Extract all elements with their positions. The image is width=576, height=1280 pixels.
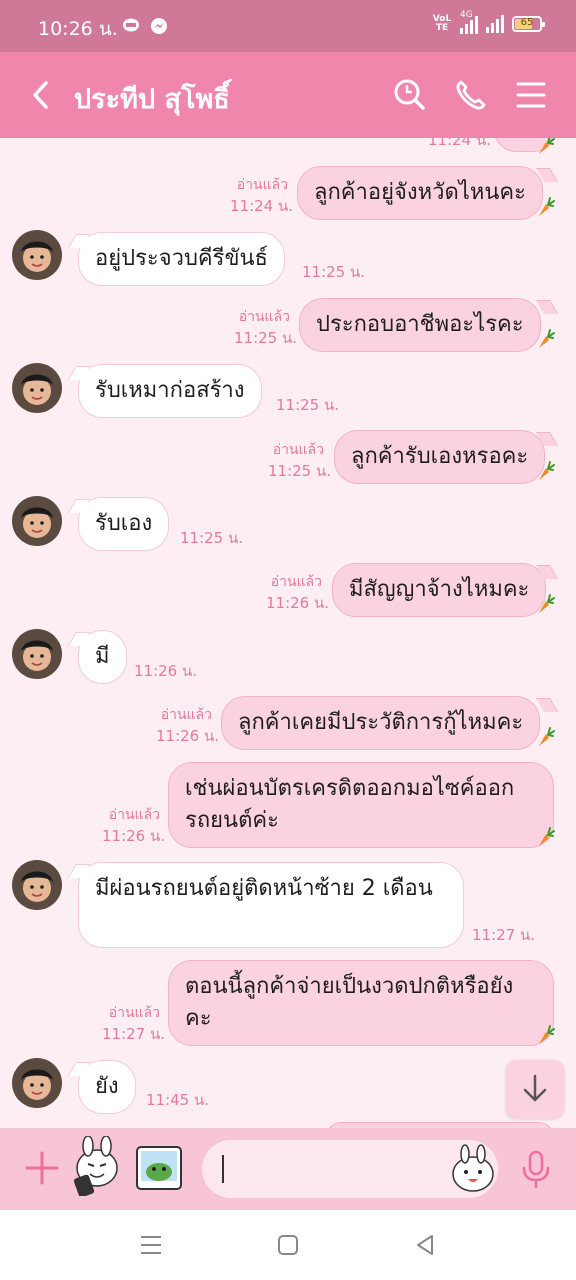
message-time: 11:26 น.	[266, 594, 330, 612]
message-text: ตอนนี้ลูกค้าจ่ายเป็นงวดปกติหรือยังคะ	[185, 974, 514, 1031]
message-time: 11:25 น.	[302, 263, 366, 281]
message-bubble-in[interactable]: ยัง	[78, 1060, 136, 1114]
network-type: 4G	[460, 10, 473, 20]
carrot-icon	[539, 329, 555, 348]
bubble-tail	[535, 300, 559, 314]
message-bubble-in[interactable]: รับเอง	[78, 497, 170, 551]
status-bar: 10:26 น. VoLTE 4G 65	[0, 0, 576, 52]
home-icon[interactable]	[273, 1230, 303, 1260]
read-receipt: อ่านแล้ว	[108, 1005, 160, 1021]
battery-level: 65	[520, 17, 534, 28]
search-icon[interactable]	[388, 74, 430, 116]
chat-messages[interactable]: 11:24 น. อ่านแล้ว 11:24 น. ลูกค้าอยู่จัง…	[0, 138, 576, 1128]
plus-icon[interactable]	[22, 1148, 62, 1188]
back-icon[interactable]	[22, 74, 62, 116]
message-bubble-out[interactable]: ประกอบอาชีพอะไรคะ	[299, 298, 541, 352]
contact-avatar[interactable]	[12, 363, 62, 413]
read-receipt: อ่านแล้ว	[108, 807, 160, 823]
network-signal-icon: 4G	[460, 10, 478, 34]
chat-header: ประทีป สุโพธิ์	[0, 52, 576, 138]
message-bubble-in[interactable]: อยู่ประจวบคีรีขันธ์	[78, 232, 285, 286]
message-text: ลูกค้าเคยมีประวัติการกู้ไหมคะ	[238, 710, 524, 735]
recent-apps-icon[interactable]	[136, 1230, 166, 1260]
contact-avatar[interactable]	[12, 629, 62, 679]
contact-avatar[interactable]	[12, 496, 62, 546]
volte-badge: VoLTE	[432, 14, 452, 33]
gallery-icon[interactable]	[134, 1144, 184, 1192]
message-input-bar	[0, 1128, 576, 1210]
carrot-icon	[539, 594, 555, 613]
message-time: 11:26 น.	[134, 662, 198, 680]
message-time: 11:26 น.	[156, 727, 220, 745]
message-text: รับเหมาก่อสร้าง	[95, 378, 245, 403]
read-receipt: อ่านแล้ว	[160, 707, 212, 723]
contact-avatar[interactable]	[12, 230, 62, 280]
text-caret	[222, 1155, 224, 1183]
emoji-icon[interactable]	[448, 1144, 498, 1194]
read-receipt: อ่านแล้ว	[238, 309, 290, 325]
message-time: 11:25 น.	[180, 529, 244, 547]
message-time: 11:24 น.	[230, 197, 294, 215]
message-text: มี	[95, 644, 110, 669]
menu-icon[interactable]	[510, 74, 552, 116]
phone-icon[interactable]	[450, 74, 492, 116]
message-time: 11:27 น.	[472, 926, 536, 944]
carrot-icon	[539, 827, 555, 846]
battery-icon: 65	[512, 16, 545, 32]
message-bubble-out[interactable]: ตอนนี้ลูกค้าจ่ายเป็นงวดปกติหรือยังคะ	[168, 960, 554, 1046]
carrot-icon	[539, 727, 555, 746]
message-time: 11:27 น.	[102, 1025, 166, 1043]
system-nav-bar	[0, 1210, 576, 1280]
message-bubble-out[interactable]: เช่นผ่อนบัตรเครดิตออกมอไซค์ออกรถยนต์ค่ะ	[168, 762, 554, 848]
read-receipt: อ่านแล้ว	[270, 574, 322, 590]
avatar-photo-icon	[12, 860, 62, 910]
line-app-icon	[123, 18, 139, 32]
message-bubble-out[interactable]: ลูกค้าอยู่จังหวัดไหนคะ	[297, 166, 543, 220]
message-time: 11:25 น.	[234, 329, 298, 347]
avatar-photo-icon	[12, 629, 62, 679]
back-nav-icon[interactable]	[410, 1230, 440, 1260]
message-bubble-out[interactable]: ลูกค้าเคยมีประวัติการกู้ไหมคะ	[221, 696, 541, 750]
message-bubble-in[interactable]: มีผ่อนรถยนต์อยู่ติดหน้าซ้าย 2 เดือน	[78, 862, 464, 948]
message-text: ลูกค้ารับเองหรอคะ	[351, 444, 529, 469]
message-text: ยัง	[95, 1074, 119, 1099]
contact-avatar[interactable]	[12, 1058, 62, 1108]
message-time: 11:24 น.	[428, 138, 492, 149]
status-time: 10:26 น.	[38, 18, 118, 40]
message-text: เช่นผ่อนบัตรเครดิตออกมอไซค์ออกรถยนต์ค่ะ	[185, 776, 515, 833]
message-text: อยู่ประจวบคีรีขันธ์	[95, 246, 268, 271]
message-bubble-out[interactable]: ลูกค้ารับเองหรอคะ	[334, 430, 546, 484]
message-time: 11:26 น.	[102, 827, 166, 845]
carrot-icon	[539, 197, 555, 216]
avatar-photo-icon	[12, 496, 62, 546]
message-text: รับเอง	[95, 511, 153, 536]
messenger-app-icon	[151, 18, 167, 34]
message-time: 11:45 น.	[146, 1091, 210, 1109]
carrot-icon	[539, 461, 555, 480]
message-text: ประกอบอาชีพอะไรคะ	[316, 312, 524, 337]
message-bubble-in[interactable]: รับเหมาก่อสร้าง	[78, 364, 262, 418]
message-bubble-out[interactable]: มีสัญญาจ้างไหมคะ	[332, 563, 547, 617]
read-receipt: อ่านแล้ว	[272, 442, 324, 458]
sticker-icon[interactable]	[70, 1136, 124, 1196]
avatar-photo-icon	[12, 1058, 62, 1108]
carrot-icon	[539, 1025, 555, 1044]
read-receipt: อ่านแล้ว	[236, 177, 288, 193]
avatar-photo-icon	[12, 363, 62, 413]
scroll-to-bottom-button[interactable]	[506, 1060, 564, 1118]
contact-avatar[interactable]	[12, 860, 62, 910]
message-time: 11:25 น.	[268, 462, 332, 480]
message-text: มีผ่อนรถยนต์อยู่ติดหน้าซ้าย 2 เดือน	[95, 876, 433, 901]
bubble-tail	[535, 698, 559, 712]
status-indicators: VoLTE 4G 65	[432, 10, 545, 34]
message-time: 11:25 น.	[276, 396, 340, 414]
mic-icon[interactable]	[518, 1148, 554, 1190]
message-text: มีสัญญาจ้างไหมคะ	[349, 577, 530, 602]
carrot-icon	[539, 138, 555, 154]
contact-name[interactable]: ประทีป สุโพธิ์	[74, 77, 230, 120]
message-text: ลูกค้าอยู่จังหวัดไหนคะ	[314, 180, 526, 205]
signal-icon	[486, 15, 504, 33]
avatar-photo-icon	[12, 230, 62, 280]
